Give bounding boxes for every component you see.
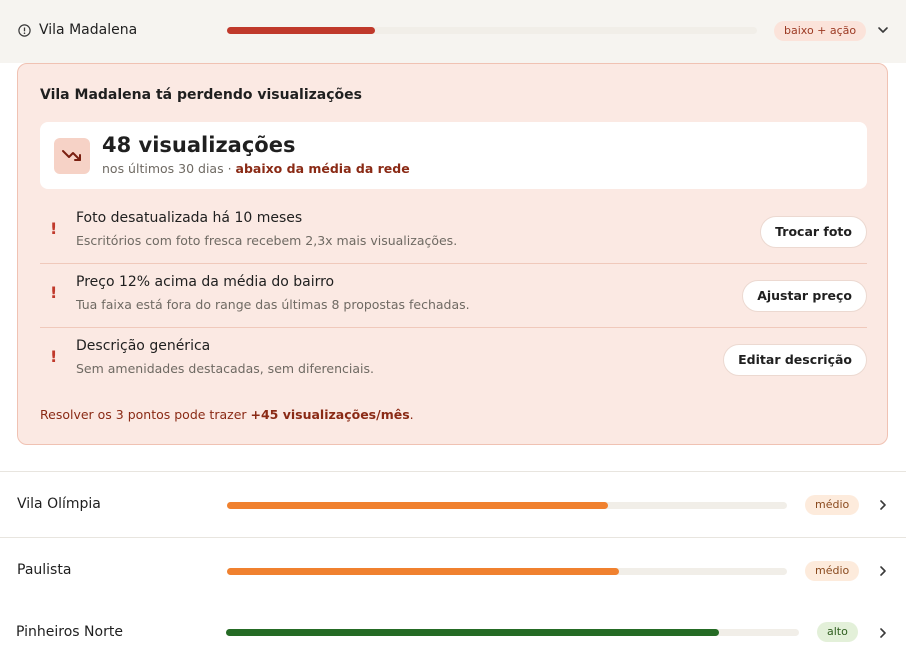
score-bar [227,568,787,575]
chevron-down-icon[interactable] [876,23,890,37]
exclamation-icon: ! [50,283,58,302]
region-name: Pinheiros Norte [16,624,123,640]
region-row-vila-olimpia[interactable]: Vila Olímpia médio [0,472,906,537]
views-stats-card: 48 visualizações nos últimos 30 dias · a… [40,122,867,189]
score-bar [227,502,787,509]
status-badge: médio [805,495,860,515]
region-name: Vila Olímpia [17,496,101,512]
issue-description: Tua faixa está fora do range das últimas… [76,297,470,312]
region-row-paulista[interactable]: Paulista médio [0,538,906,602]
edit-description-button[interactable]: Editar descrição [723,344,867,376]
score-bar-fill [227,568,619,575]
issue-description: Sem amenidades destacadas, sem diferenci… [76,361,374,376]
score-bar-fill [226,629,719,636]
score-bar [227,27,757,34]
chevron-right-icon[interactable] [876,498,890,512]
status-badge: alto [817,622,858,642]
region-name: Vila Madalena [39,22,138,38]
region-row-vila-madalena[interactable]: Vila Madalena baixo + ação [0,0,906,63]
region-name: Paulista [17,562,72,578]
potential-gain-note: Resolver os 3 pontos pode trazer +45 vis… [40,407,414,422]
exclamation-icon: ! [50,219,58,238]
views-comparison: abaixo da média da rede [235,161,410,176]
views-period: nos últimos 30 dias · [102,161,236,176]
chevron-right-icon[interactable] [876,564,890,578]
region-row-pinheiros-norte[interactable]: Pinheiros Norte alto [0,602,906,665]
exclamation-icon: ! [50,347,58,366]
score-bar-fill [227,27,376,34]
issue-item: ! Preço 12% acima da média do bairro Tua… [40,263,867,327]
score-bar-fill [227,502,608,509]
issue-description: Escritórios com foto fresca recebem 2,3x… [76,233,458,248]
views-subtitle: nos últimos 30 dias · abaixo da média da… [102,161,410,176]
gain-suffix: . [409,407,414,422]
status-badge: baixo + ação [774,21,867,41]
score-bar [226,629,799,636]
gain-highlight: +45 visualizações/mês [250,407,410,422]
chevron-right-icon[interactable] [876,626,890,640]
gain-prefix: Resolver os 3 pontos pode trazer [40,407,251,422]
issue-title: Descrição genérica [76,338,211,354]
issue-title: Preço 12% acima da média do bairro [76,274,335,290]
status-badge: médio [805,561,860,581]
views-count: 48 visualizações [102,133,296,157]
issue-title: Foto desatualizada há 10 meses [76,210,303,226]
info-circle-icon [18,24,31,37]
change-photo-button[interactable]: Trocar foto [760,216,867,248]
issue-item: ! Descrição genérica Sem amenidades dest… [40,327,867,391]
alert-panel: Vila Madalena tá perdendo visualizações … [17,63,888,445]
trend-down-icon [54,138,90,174]
issue-item: ! Foto desatualizada há 10 meses Escritó… [40,199,867,263]
adjust-price-button[interactable]: Ajustar preço [742,280,867,312]
panel-title: Vila Madalena tá perdendo visualizações [40,87,362,103]
